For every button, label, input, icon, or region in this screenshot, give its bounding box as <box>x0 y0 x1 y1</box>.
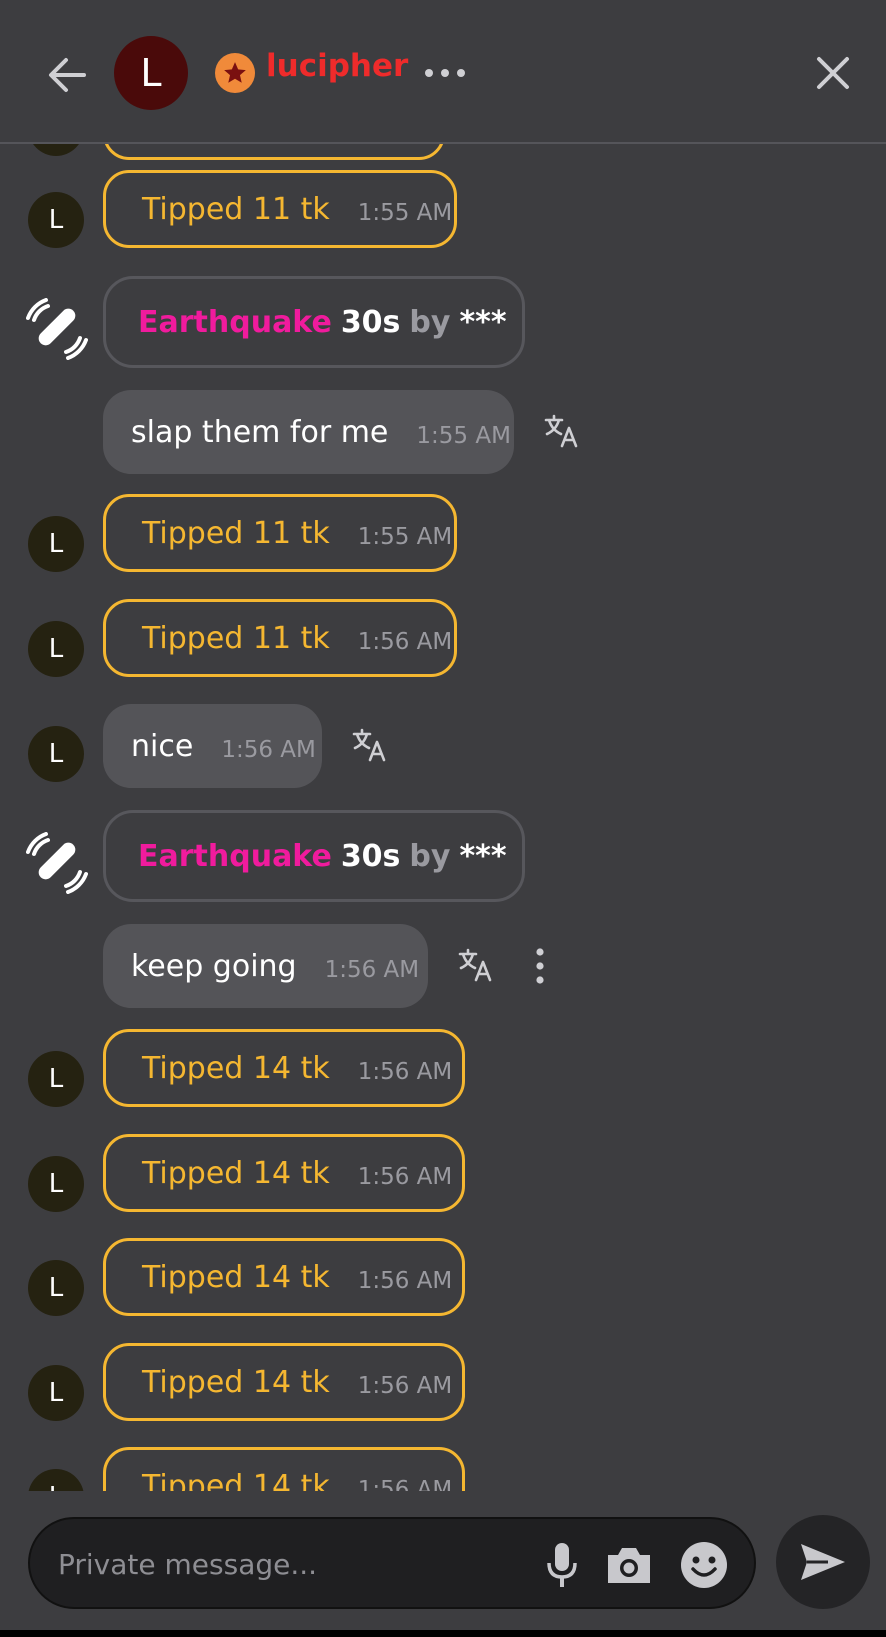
list-item: L Tipped 11 tk 1:56 AM <box>0 599 886 679</box>
sender-avatar: L <box>28 621 84 677</box>
composer <box>0 1491 886 1637</box>
send-button[interactable] <box>776 1515 870 1609</box>
message-list[interactable]: L Tipped 11 tk 1:55 AM Earthquake 30s by ***… <box>0 142 886 1491</box>
message-bubble[interactable]: keep going 1:56 AM <box>103 924 428 1008</box>
tip-message: Tipped 14 tk 1:56 AM <box>103 1029 465 1107</box>
send-icon <box>801 1544 845 1580</box>
close-icon[interactable] <box>810 50 856 96</box>
tip-message: Tipped 14 tk 1:56 AM <box>103 1134 465 1212</box>
sender-avatar: L <box>28 1051 84 1107</box>
list-item: L Tipped 14 tk1:56 AM <box>0 1134 886 1214</box>
tip-message: Tipped 11 tk 1:55 AM <box>103 170 457 248</box>
more-options-icon[interactable] <box>424 58 466 88</box>
translate-icon[interactable] <box>351 726 389 764</box>
list-item: L Tipped 14 tk1:56 AM <box>0 1343 886 1423</box>
list-item: keep going 1:56 AM <box>0 924 886 1008</box>
list-item: L Tipped 11 tk 1:55 AM <box>0 170 886 250</box>
list-item: Earthquake 30s by *** <box>0 276 886 368</box>
translate-icon[interactable] <box>543 412 581 450</box>
camera-icon[interactable] <box>604 1543 654 1587</box>
tip-message: Tipped 14 tk 1:56 AM <box>103 1447 465 1491</box>
sender-avatar: L <box>28 726 84 782</box>
sender-avatar: L <box>28 1156 84 1212</box>
translate-icon[interactable] <box>457 946 495 984</box>
back-arrow-icon[interactable] <box>44 52 90 98</box>
toy-activation-message: Earthquake 30s by *** <box>103 810 525 902</box>
star-icon <box>215 53 255 93</box>
tip-message: Tipped 11 tk 1:55 AM <box>103 494 457 572</box>
list-item: L Tipped 11 tk 1:55 AM <box>0 494 886 574</box>
tip-message: Tipped 14 tk 1:56 AM <box>103 1238 465 1316</box>
toy-activation-message: Earthquake 30s by *** <box>103 276 525 368</box>
emoji-icon[interactable] <box>680 1541 728 1589</box>
message-options-icon[interactable] <box>533 946 547 986</box>
bottom-bar <box>0 1630 886 1637</box>
list-item: slap them for me 1:55 AM <box>0 390 886 474</box>
user-avatar[interactable]: L <box>114 36 188 110</box>
message-input-container[interactable] <box>28 1517 756 1609</box>
sender-avatar: L <box>28 1469 84 1491</box>
list-item: L Tipped 14 tk1:56 AM <box>0 1238 886 1318</box>
username[interactable]: lucipher <box>266 48 408 84</box>
list-item: L Tipped 14 tk1:56 AM <box>0 1447 886 1491</box>
list-item: L nice 1:56 AM <box>0 704 886 788</box>
sender-avatar: L <box>28 1365 84 1421</box>
sender-avatar <box>28 142 84 156</box>
list-item: L Tipped 14 tk1:56 AM <box>0 1029 886 1109</box>
message-input[interactable] <box>56 1539 520 1589</box>
message-bubble[interactable]: slap them for me 1:55 AM <box>103 390 514 474</box>
sender-avatar: L <box>28 516 84 572</box>
vibrator-toy-icon <box>26 832 88 894</box>
list-item <box>0 142 886 162</box>
sender-avatar: L <box>28 1260 84 1316</box>
sender-avatar: L <box>28 192 84 248</box>
message-bubble[interactable]: nice 1:56 AM <box>103 704 322 788</box>
tip-message: Tipped 14 tk 1:56 AM <box>103 1343 465 1421</box>
microphone-icon[interactable] <box>546 1541 578 1589</box>
chat-header: L lucipher <box>0 0 886 144</box>
tip-message: Tipped 11 tk 1:56 AM <box>103 599 457 677</box>
vibrator-toy-icon <box>26 298 88 360</box>
list-item: Earthquake 30s by *** <box>0 810 886 902</box>
tip-message <box>103 142 445 160</box>
